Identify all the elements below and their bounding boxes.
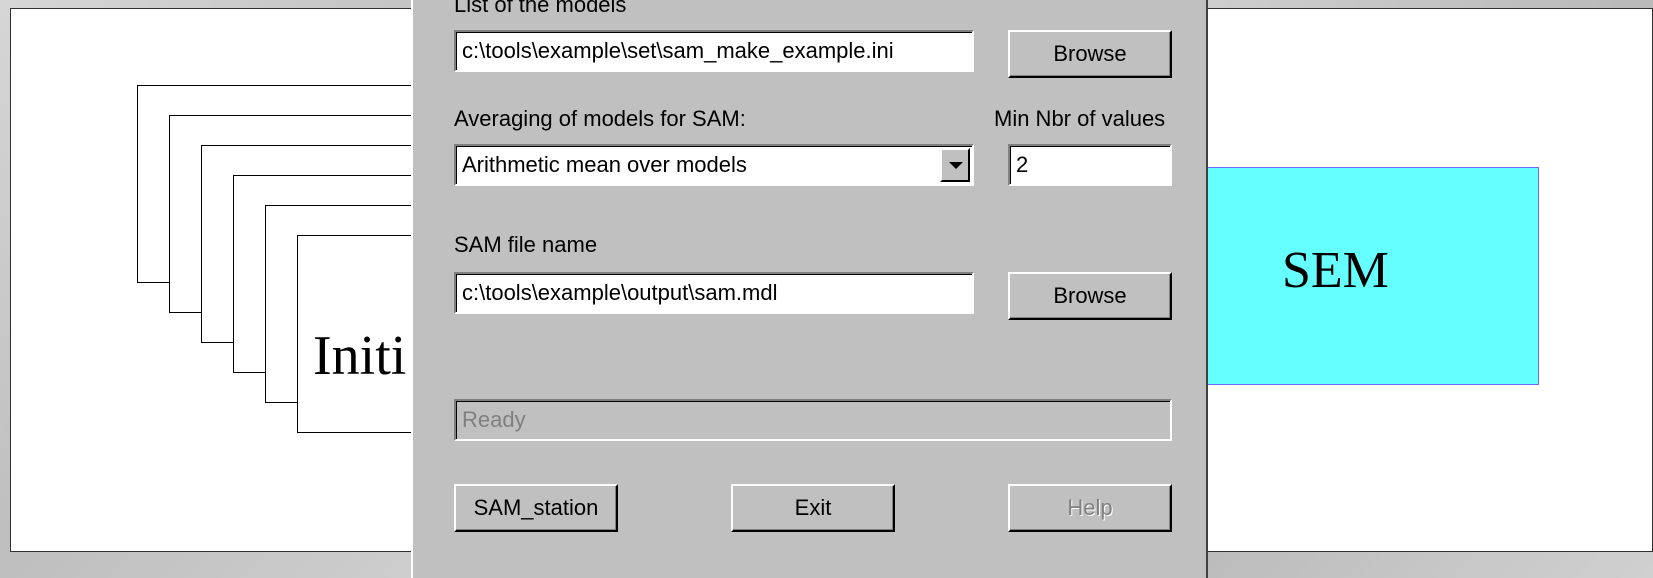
desktop-background: Initi SEM List of the models c:\tools\ex… — [0, 0, 1653, 578]
averaging-selected-value: Arithmetic mean over models — [462, 152, 747, 177]
averaging-select[interactable]: Arithmetic mean over models — [454, 144, 974, 186]
help-button[interactable]: Help — [1008, 484, 1172, 532]
models-list-label: List of the models — [454, 0, 627, 17]
min-values-label: Min Nbr of values — [994, 106, 1166, 131]
min-values-input[interactable]: 2 — [1008, 144, 1172, 186]
sam-make-dialog: List of the models c:\tools\example\set\… — [411, 0, 1208, 578]
sem-label: SEM — [1282, 242, 1389, 299]
sem-box: SEM — [1206, 167, 1539, 385]
sam-file-input[interactable]: c:\tools\example\output\sam.mdl — [454, 272, 974, 314]
sam-station-button[interactable]: SAM_station — [454, 484, 618, 532]
browse-sam-file-button[interactable]: Browse — [1008, 272, 1172, 320]
sam-file-label: SAM file name — [454, 232, 598, 257]
exit-button[interactable]: Exit — [731, 484, 895, 532]
browse-models-button[interactable]: Browse — [1008, 30, 1172, 78]
status-field: Ready — [454, 399, 1172, 441]
models-list-input[interactable]: c:\tools\example\set\sam_make_example.in… — [454, 30, 974, 72]
averaging-label: Averaging of models for SAM: — [454, 106, 746, 131]
stack-card-label: Initi — [313, 325, 407, 387]
chevron-down-icon[interactable] — [940, 148, 970, 182]
